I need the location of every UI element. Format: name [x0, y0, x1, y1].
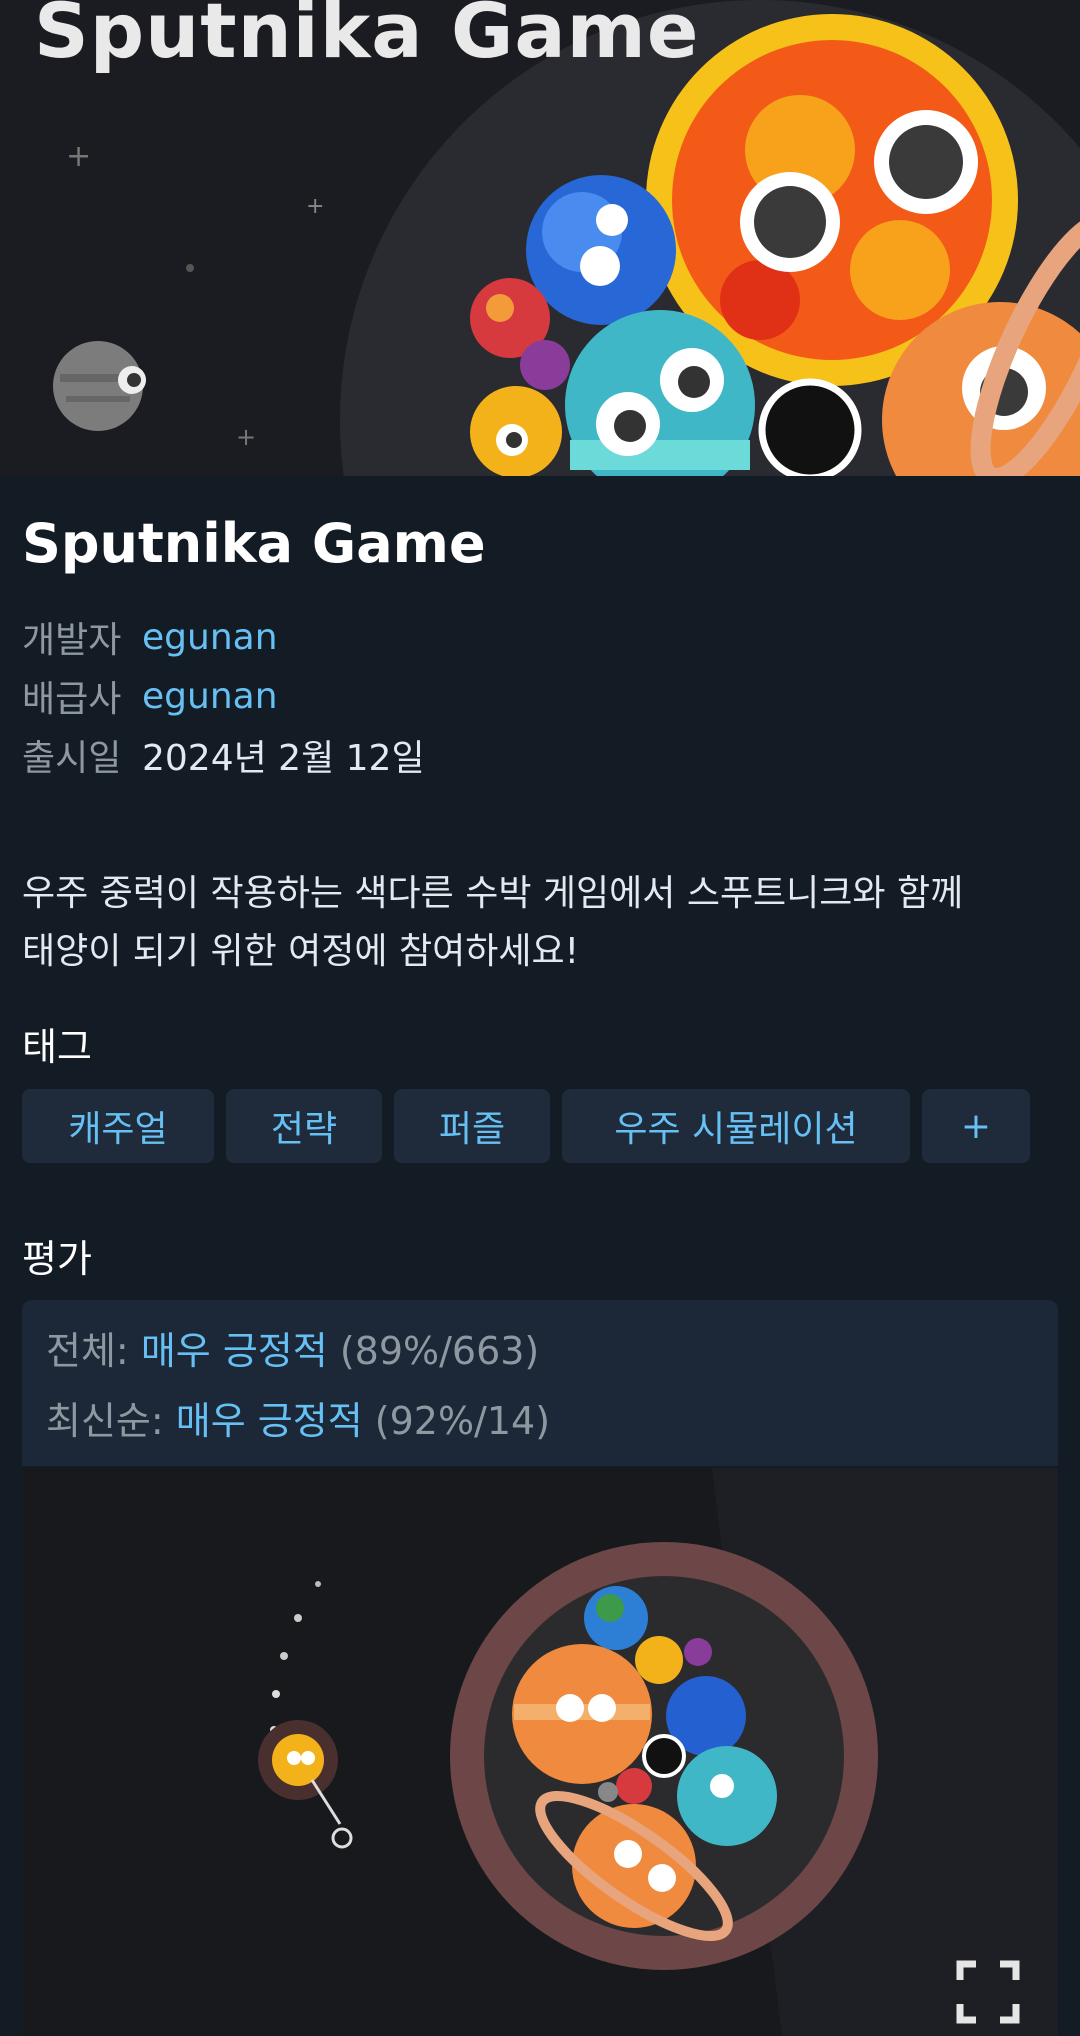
game-description: 우주 중력이 작용하는 색다른 수박 게임에서 스푸트니크와 함께 태양이 되기…	[22, 865, 1062, 981]
svg-text:+: +	[66, 139, 91, 174]
header-banner-image: + + + Sputnika Game	[0, 0, 1080, 476]
banner-title-art: Sputnika Game	[34, 0, 700, 75]
tag-list: 캐주얼 전략 퍼즐 우주 시뮬레이션 +	[22, 1089, 1030, 1163]
publisher-label: 배급사	[22, 679, 122, 720]
tag-casual[interactable]: 캐주얼	[22, 1089, 214, 1163]
release-label: 출시일	[22, 738, 122, 779]
review-summary: 전체: 매우 긍정적 (89%/663) 최신순: 매우 긍정적 (92%/14…	[22, 1300, 1058, 1466]
fullscreen-icon[interactable]	[956, 1960, 1020, 2024]
game-title: Sputnika Game	[22, 512, 486, 575]
game-screenshot[interactable]	[22, 1468, 1058, 2036]
tags-title: 태그	[22, 1025, 92, 1069]
tag-strategy[interactable]: 전략	[226, 1089, 382, 1163]
developer-link[interactable]: egunan	[142, 617, 278, 658]
recent-stats: (92%/14)	[374, 1399, 551, 1443]
publisher-link[interactable]: egunan	[142, 676, 278, 717]
release-date: 2024년 2월 12일	[142, 738, 425, 779]
recent-label: 최신순:	[46, 1399, 164, 1443]
overall-rating[interactable]: 매우 긍정적	[141, 1329, 328, 1373]
review-overall: 전체: 매우 긍정적 (89%/663)	[46, 1320, 539, 1375]
recent-rating[interactable]: 매우 긍정적	[176, 1399, 363, 1443]
tag-puzzle[interactable]: 퍼즐	[394, 1089, 550, 1163]
overall-stats: (89%/663)	[339, 1329, 540, 1373]
svg-text:+: +	[236, 423, 256, 451]
developer-label: 개발자	[22, 620, 122, 661]
description-line-2: 태양이 되기 위한 여정에 참여하세요!	[22, 931, 580, 972]
release-row: 출시일 2024년 2월 12일	[22, 730, 425, 780]
overall-label: 전체:	[46, 1329, 129, 1373]
description-line-1: 우주 중력이 작용하는 색다른 수박 게임에서 스푸트니크와 함께	[22, 873, 964, 914]
publisher-row: 배급사 egunan	[22, 671, 278, 721]
tag-space-simulation[interactable]: 우주 시뮬레이션	[562, 1089, 910, 1163]
reviews-title: 평가	[22, 1237, 92, 1281]
review-recent: 최신순: 매우 긍정적 (92%/14)	[46, 1390, 550, 1445]
developer-row: 개발자 egunan	[22, 612, 278, 662]
tag-more-button[interactable]: +	[922, 1089, 1030, 1163]
screenshot-artwork	[22, 1468, 1058, 2036]
svg-text:+: +	[306, 194, 324, 219]
